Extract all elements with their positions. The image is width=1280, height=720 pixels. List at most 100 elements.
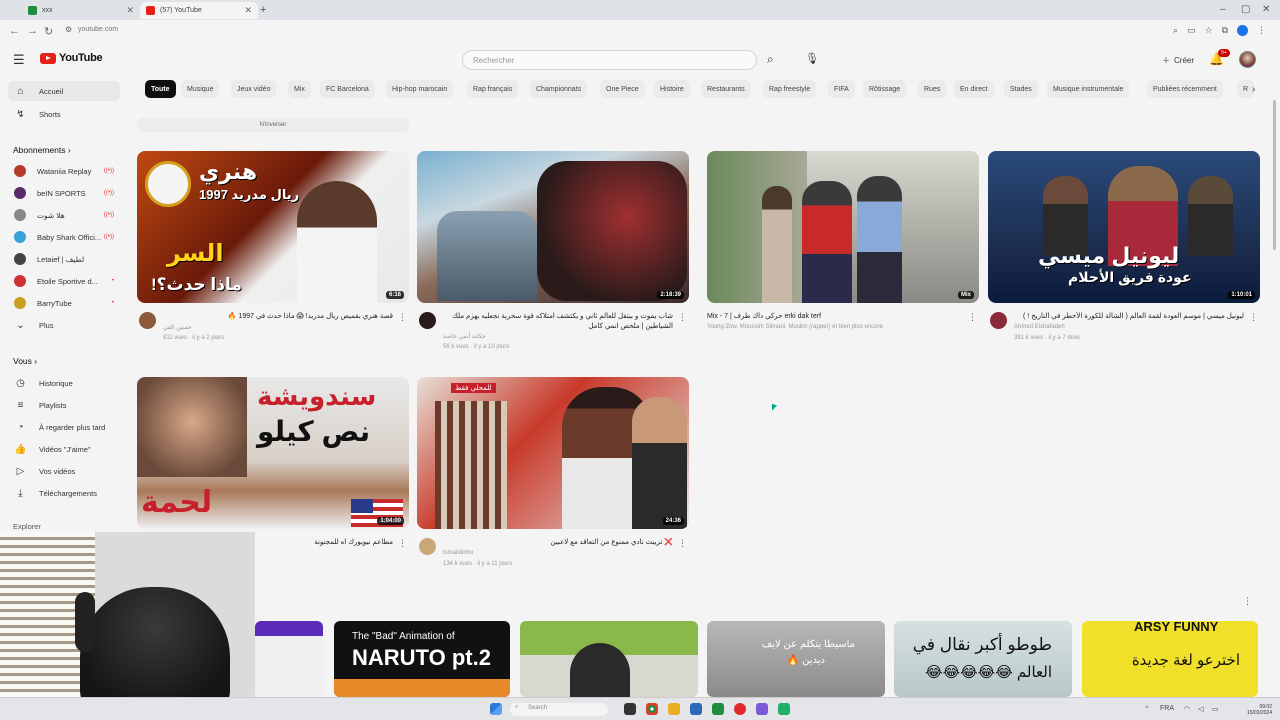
browser-tab[interactable]: xxx ✕ bbox=[22, 2, 140, 19]
short-card[interactable] bbox=[520, 621, 698, 697]
sidebar-item-history[interactable]: ◷ Historique bbox=[8, 373, 120, 393]
store-icon[interactable] bbox=[690, 703, 702, 715]
page-scrollbar[interactable] bbox=[1273, 100, 1276, 250]
sidebar-sub-item[interactable]: BarryTube • bbox=[8, 293, 120, 313]
video-thumbnail[interactable]: ليونيل ميسي عودة فريق الأحلام 1:10:01 bbox=[988, 151, 1260, 303]
chip[interactable]: Rues bbox=[918, 80, 947, 98]
account-avatar[interactable] bbox=[1239, 51, 1256, 68]
chip[interactable]: Musique instrumentale bbox=[1047, 80, 1130, 98]
video-title[interactable]: شاب يموت و يبتقل للعالم ثاني و يكتشف امت… bbox=[441, 312, 673, 332]
sidebar-item-playlists[interactable]: ≡ Playlists bbox=[8, 395, 120, 415]
channel-avatar[interactable] bbox=[419, 538, 436, 555]
short-card[interactable]: طوطو أكبر نقال في العالم 😂😂😂😂😂 bbox=[894, 621, 1072, 697]
file-explorer-icon[interactable] bbox=[668, 703, 680, 715]
sidebar-sub-item[interactable]: Baby Shark Offici... ((•)) bbox=[8, 227, 120, 247]
more-options-icon[interactable]: ⋮ bbox=[1249, 312, 1258, 323]
chip[interactable]: Championnats bbox=[530, 80, 588, 98]
channel-avatar[interactable] bbox=[419, 312, 436, 329]
short-card[interactable]: ARSY FUNNY اخترعو لغة جديدة bbox=[1082, 621, 1258, 697]
video-title[interactable]: ليونيل ميسي | موسم العودة لقمة العالم ( … bbox=[1012, 312, 1244, 322]
chip[interactable]: Histoire bbox=[654, 80, 690, 98]
sidebar-item-home[interactable]: ⌂ Accueil bbox=[8, 81, 120, 101]
short-card[interactable] bbox=[255, 621, 323, 697]
new-tab-icon[interactable]: + bbox=[260, 4, 266, 16]
task-view-icon[interactable] bbox=[624, 703, 636, 715]
reload-icon[interactable]: ↻ bbox=[44, 25, 53, 38]
chip[interactable]: Hip-hop marocain bbox=[386, 80, 454, 98]
app-icon[interactable] bbox=[712, 703, 724, 715]
short-card[interactable]: ماسيطا يتكلم عن لايف ديدين 🔥 bbox=[707, 621, 885, 697]
chip[interactable]: Stades bbox=[1004, 80, 1038, 98]
chip[interactable]: En direct bbox=[954, 80, 994, 98]
url-field[interactable]: youtube.com bbox=[78, 26, 118, 33]
wifi-icon[interactable]: ◠ bbox=[1184, 705, 1190, 713]
video-thumbnail[interactable]: للمحلي فقط 24:36 bbox=[417, 377, 689, 529]
window-close-icon[interactable]: ✕ bbox=[1262, 4, 1270, 15]
chip[interactable]: FIFA bbox=[828, 80, 855, 98]
search-input[interactable]: Rechercher bbox=[462, 50, 757, 70]
chip[interactable]: Restaurants bbox=[701, 80, 751, 98]
channel-avatar[interactable] bbox=[139, 312, 156, 329]
forward-icon[interactable]: → bbox=[27, 25, 38, 37]
channel-avatar[interactable] bbox=[990, 312, 1007, 329]
sidebar-sub-item[interactable]: Letaief | لطيف bbox=[8, 249, 120, 269]
profile-icon[interactable] bbox=[1237, 25, 1248, 36]
taskbar-search[interactable]: ⌕ Search bbox=[510, 703, 608, 716]
close-icon[interactable]: ✕ bbox=[244, 5, 252, 16]
opera-icon[interactable] bbox=[734, 703, 746, 715]
site-info-icon[interactable]: ⚙ bbox=[65, 25, 72, 34]
channel-name[interactable]: Ismaildinho bbox=[443, 550, 473, 556]
chip[interactable]: FC Barcelona bbox=[320, 80, 375, 98]
video-card[interactable]: ليونيل ميسي عودة فريق الأحلام 1:10:01 لي… bbox=[988, 151, 1260, 357]
sidebar-more[interactable]: ⌄ Plus bbox=[8, 315, 120, 335]
battery-icon[interactable]: ▭ bbox=[1212, 705, 1219, 713]
tray-chevron-icon[interactable]: ⌃ bbox=[1144, 705, 1150, 713]
you-header[interactable]: Vous › bbox=[13, 356, 37, 366]
youtube-logo[interactable]: YouTube bbox=[40, 52, 103, 64]
sidebar-sub-item[interactable]: Etoile Sportive d... • bbox=[8, 271, 120, 291]
app-icon[interactable] bbox=[778, 703, 790, 715]
chip[interactable]: Musique bbox=[181, 80, 220, 98]
chips-next-icon[interactable]: › bbox=[1252, 84, 1255, 95]
search-icon[interactable]: ⌕ bbox=[767, 52, 774, 67]
sidebar-item-your-videos[interactable]: ▷ Vos vidéos bbox=[8, 461, 120, 481]
back-icon[interactable]: ← bbox=[9, 25, 20, 37]
chip[interactable]: Publiées récemment bbox=[1147, 80, 1223, 98]
sidebar-item-downloads[interactable]: ⤓ Téléchargements bbox=[8, 483, 120, 503]
chrome-icon[interactable] bbox=[646, 703, 658, 715]
shelf-options-icon[interactable]: ⋮ bbox=[1243, 596, 1252, 607]
create-button[interactable]: ＋ Créer bbox=[1154, 51, 1202, 69]
extensions-icon[interactable]: ⧉ bbox=[1222, 25, 1228, 36]
microphone-icon[interactable]: 🎙 bbox=[805, 52, 819, 65]
close-icon[interactable]: ✕ bbox=[126, 5, 134, 16]
sidebar-sub-item[interactable]: هلا شوت ((•)) bbox=[8, 205, 120, 225]
more-options-icon[interactable]: ⋮ bbox=[678, 538, 687, 549]
windows-start-icon[interactable] bbox=[490, 703, 502, 715]
browser-menu-icon[interactable]: ⋮ bbox=[1257, 25, 1266, 36]
sidebar-sub-item[interactable]: beIN SPORTS ((•)) bbox=[8, 183, 120, 203]
video-thumbnail[interactable]: هنري ريال مدريد 1997 السر ماذا حدث؟! 6:1… bbox=[137, 151, 409, 303]
channel-name[interactable]: Young Zow, Moussim Slimani, Muslim (rapp… bbox=[707, 324, 883, 330]
video-title[interactable]: Mix - 7 | حركي داك طرف erki dak terf bbox=[707, 312, 963, 322]
subscriptions-header[interactable]: Abonnements › bbox=[13, 145, 71, 155]
more-options-icon[interactable]: ⋮ bbox=[968, 312, 977, 323]
video-thumbnail[interactable]: 2:18:39 bbox=[417, 151, 689, 303]
chip[interactable]: Jeux vidéo bbox=[231, 80, 277, 98]
chip-all[interactable]: Toute bbox=[145, 80, 176, 98]
video-card[interactable]: هنري ريال مدريد 1997 السر ماذا حدث؟! 6:1… bbox=[137, 151, 409, 357]
chip[interactable]: Rôtissage bbox=[863, 80, 907, 98]
hamburger-menu-icon[interactable]: ☰ bbox=[13, 52, 25, 68]
chip[interactable]: Rap freestyle bbox=[763, 80, 817, 98]
keyboard-lang[interactable]: FRA bbox=[1160, 705, 1174, 712]
channel-name[interactable]: Ahmed Elshafadeh bbox=[1014, 324, 1065, 330]
more-options-icon[interactable]: ⋮ bbox=[678, 312, 687, 323]
video-card[interactable]: للمحلي فقط 24:36 ❌ تريبث نادي ممنوع من ا… bbox=[417, 377, 689, 583]
sidebar-item-liked[interactable]: 👍 Vidéos "J'aime" bbox=[8, 439, 120, 459]
browser-tab-active[interactable]: (57) YouTube ✕ bbox=[140, 2, 258, 19]
video-thumbnail[interactable]: سندويشة نص كيلو لحمة 1:04:00 bbox=[137, 377, 409, 529]
sidebar-item-watch-later[interactable]: ◔ À regarder plus tard bbox=[8, 417, 120, 437]
cast-icon[interactable]: ▭ bbox=[1187, 25, 1196, 36]
sidebar-item-shorts[interactable]: ↯ Shorts bbox=[8, 104, 120, 124]
app-icon[interactable] bbox=[756, 703, 768, 715]
more-options-icon[interactable]: ⋮ bbox=[398, 538, 407, 549]
